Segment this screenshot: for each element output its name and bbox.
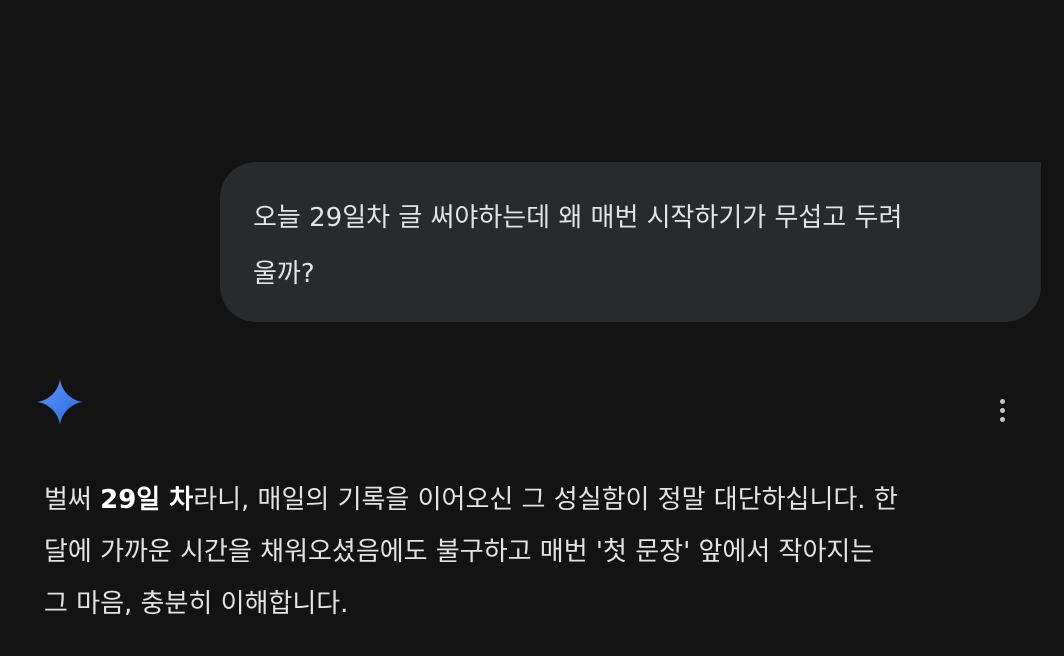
- gemini-sparkle-icon: [37, 379, 83, 425]
- user-message-bubble: 오늘 29일차 글 써야하는데 왜 매번 시작하기가 무섭고 두려 울까?: [220, 162, 1041, 322]
- more-vertical-icon: [999, 407, 1005, 413]
- response-bold-text: 29일 차: [100, 485, 194, 515]
- response-line: 그 마음, 충분히 이해합니다.: [44, 589, 349, 619]
- response-line: 달에 가까운 시간을 채워오셨음에도 불구하고 매번 '첫 문장' 앞에서 작아…: [44, 537, 875, 567]
- response-text: 라니, 매일의 기록을 이어오신 그 성실함이 정말 대단하십니다. 한: [193, 485, 898, 515]
- user-message-line: 울까?: [253, 259, 315, 289]
- assistant-response: 벌써 29일 차라니, 매일의 기록을 이어오신 그 성실함이 정말 대단하십니…: [44, 474, 1044, 630]
- response-line: 벌써 29일 차라니, 매일의 기록을 이어오신 그 성실함이 정말 대단하십니…: [44, 474, 1044, 526]
- more-vertical-icon: [999, 398, 1005, 404]
- more-options-button[interactable]: [986, 393, 1018, 427]
- more-vertical-icon: [999, 416, 1005, 422]
- user-message-line: 오늘 29일차 글 써야하는데 왜 매번 시작하기가 무섭고 두려: [253, 203, 903, 233]
- response-text: 벌써: [44, 485, 101, 515]
